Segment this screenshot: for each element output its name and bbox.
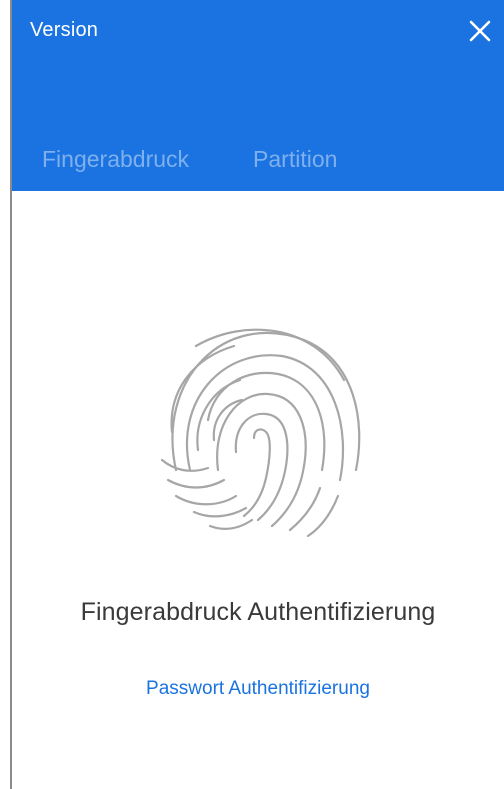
dialog-header: Version Fingerabdruck Partition [12, 0, 504, 191]
fingerprint-icon [154, 320, 364, 540]
fingerprint-auth-title: Fingerabdruck Authentifizierung [80, 598, 436, 626]
tab-bar: Fingerabdruck Partition [42, 146, 337, 173]
auth-dialog: Version Fingerabdruck Partition Fingerab… [0, 0, 504, 789]
dialog-title: Version [30, 19, 99, 41]
password-auth-link[interactable]: Passwort Authentifizierung [12, 678, 504, 700]
close-icon [469, 20, 491, 42]
tab-fingerprint[interactable]: Fingerabdruck [42, 146, 189, 173]
window-left-edge [0, 0, 12, 789]
tab-partition[interactable]: Partition [253, 146, 337, 173]
close-button[interactable] [466, 17, 494, 45]
